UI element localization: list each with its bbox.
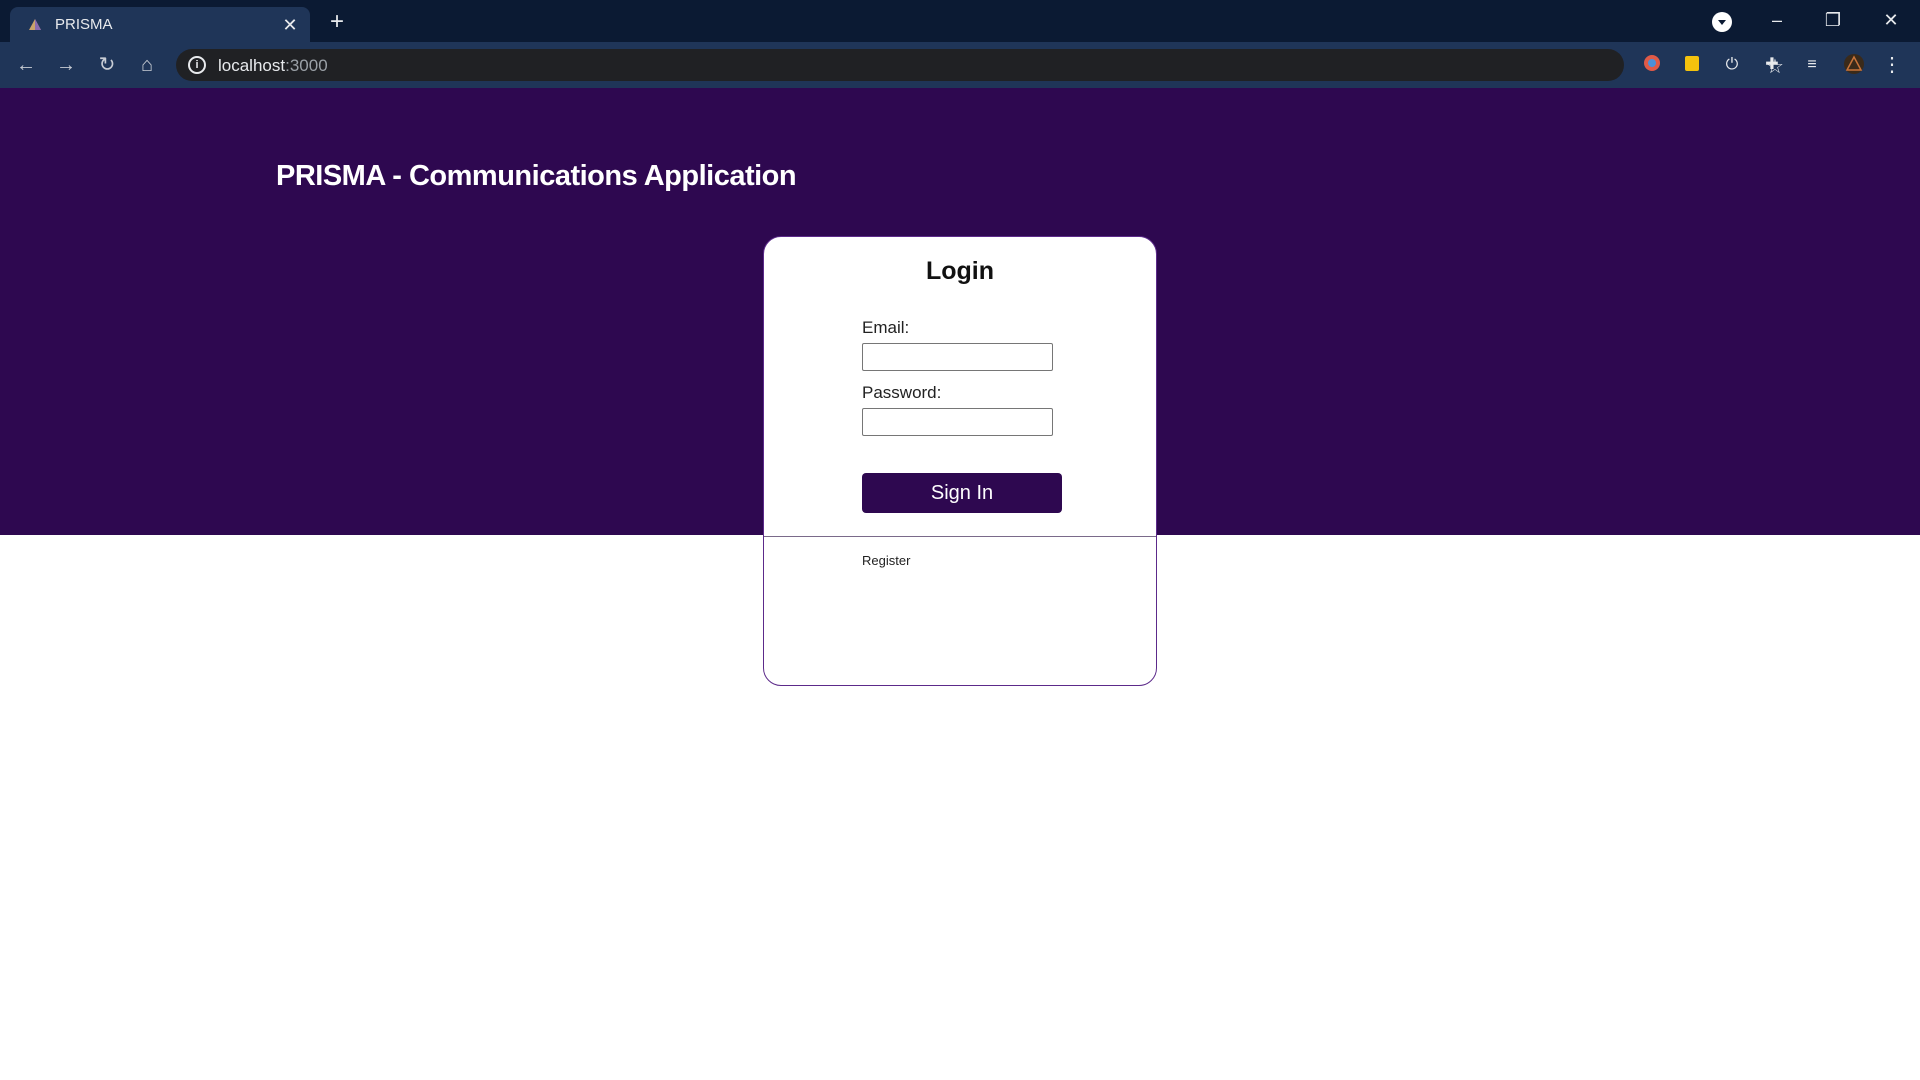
tab-title: PRISMA bbox=[55, 16, 113, 33]
browser-tab[interactable]: PRISMA ✕ bbox=[10, 7, 310, 42]
email-field[interactable] bbox=[862, 343, 1053, 371]
card-divider bbox=[764, 536, 1156, 537]
home-icon[interactable]: ⌂ bbox=[133, 51, 161, 79]
browser-tabstrip: PRISMA ✕ + – ❐ ✕ bbox=[0, 0, 1920, 42]
back-arrow-icon[interactable]: ← bbox=[12, 51, 40, 79]
email-label: Email: bbox=[862, 318, 910, 337]
login-card: Login Email: Password: Sign In Register bbox=[763, 236, 1157, 686]
media-icon[interactable]: ≡ bbox=[1800, 53, 1824, 77]
forward-arrow-icon[interactable]: → bbox=[52, 51, 80, 79]
kebab-menu-icon[interactable]: ⋮ bbox=[1880, 53, 1904, 77]
password-field[interactable] bbox=[862, 408, 1053, 436]
info-icon[interactable]: i bbox=[188, 56, 206, 74]
profile-dropdown-icon[interactable] bbox=[1712, 12, 1732, 32]
password-label: Password: bbox=[862, 383, 942, 402]
plus-icon[interactable]: + bbox=[324, 9, 350, 35]
app-title: PRISMA - Communications Application bbox=[276, 160, 797, 192]
extension-2-icon[interactable] bbox=[1680, 53, 1704, 77]
reload-icon[interactable]: ↻ bbox=[93, 51, 121, 79]
minimize-icon[interactable]: – bbox=[1760, 5, 1794, 35]
url-text: localhost:3000 bbox=[218, 56, 328, 76]
sign-in-button[interactable]: Sign In bbox=[862, 473, 1062, 513]
close-window-icon[interactable]: ✕ bbox=[1874, 5, 1908, 35]
close-tab-icon[interactable]: ✕ bbox=[280, 15, 300, 35]
restore-icon[interactable]: ❐ bbox=[1816, 5, 1850, 35]
account-icon[interactable] bbox=[1842, 53, 1866, 77]
prisma-favicon-icon bbox=[29, 19, 41, 30]
browser-toolbar: ← → ↻ ⌂ i localhost:3000 ☆ ⏻ ✚ ≡ ⋮ bbox=[0, 42, 1920, 88]
url-host: localhost bbox=[218, 56, 286, 75]
extension-1-icon[interactable] bbox=[1640, 53, 1664, 77]
url-port: :3000 bbox=[285, 56, 328, 75]
power-icon[interactable]: ⏻ bbox=[1720, 53, 1744, 77]
register-link[interactable]: Register bbox=[862, 553, 910, 568]
page-content: PRISMA - Communications Application Logi… bbox=[0, 88, 1920, 1080]
login-title: Login bbox=[925, 257, 995, 285]
puzzle-icon[interactable]: ✚ bbox=[1760, 53, 1784, 77]
address-bar[interactable]: i localhost:3000 ☆ bbox=[176, 49, 1784, 81]
